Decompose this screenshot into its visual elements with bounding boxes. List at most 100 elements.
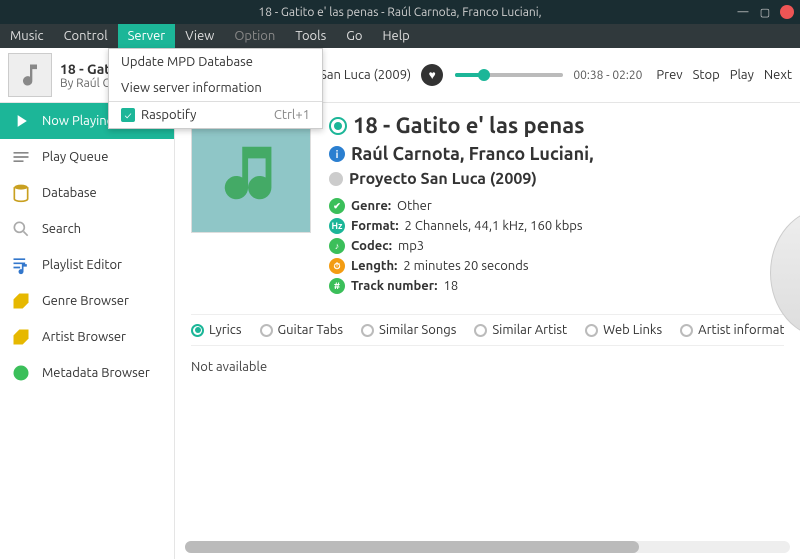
sidebar-item-label: Search: [42, 222, 81, 236]
disc-icon: [329, 172, 343, 186]
info-tabs: Lyrics Guitar Tabs Similar Songs Similar Ar…: [191, 314, 784, 346]
tab-web-links[interactable]: Web Links: [585, 323, 662, 337]
sidebar-item-genre-browser[interactable]: Genre Browser: [0, 283, 174, 319]
menu-help[interactable]: Help: [372, 24, 419, 48]
header-cover-thumb[interactable]: [8, 53, 52, 97]
menu-server[interactable]: Server: [118, 24, 176, 48]
sidebar-item-label: Playlist Editor: [42, 258, 122, 272]
playlist-icon: [10, 254, 32, 276]
maximize-icon[interactable]: ▢: [758, 5, 772, 19]
search-icon: [10, 218, 32, 240]
menu-item-update-mpd[interactable]: Update MPD Database: [109, 49, 322, 75]
menu-item-raspotify[interactable]: ✓ Raspotify Ctrl+1: [109, 101, 322, 128]
track-title-row: 18 - Gatito e' las penas: [329, 113, 594, 138]
clock-badge-icon: ⏱: [329, 258, 345, 274]
hash-badge-icon: #: [329, 278, 345, 294]
main-area: Now Playing Play Queue Database Search Playl…: [0, 103, 800, 559]
menu-item-view-server-info[interactable]: View server information: [109, 75, 322, 101]
tab-label: Lyrics: [209, 323, 242, 337]
next-button[interactable]: Next: [764, 68, 792, 82]
menubar: MusicControlServerViewOptionToolsGoHelp: [0, 24, 800, 48]
tab-label: Similar Songs: [379, 323, 456, 337]
progress-area: ♥: [411, 64, 573, 86]
minimize-icon[interactable]: —: [736, 5, 750, 19]
meta-format: HzFormat: 2 Channels, 44,1 kHz, 160 kbps: [329, 218, 594, 234]
album-art[interactable]: [191, 113, 311, 233]
info-icon[interactable]: i: [329, 146, 345, 162]
meta-trackno: #Track number: 18: [329, 278, 594, 294]
radio-icon: [680, 324, 693, 337]
database-icon: [10, 182, 32, 204]
play-button[interactable]: Play: [730, 68, 754, 82]
sidebar-item-playlist-editor[interactable]: Playlist Editor: [0, 247, 174, 283]
track-title: 18 - Gatito e' las penas: [353, 113, 585, 138]
menu-control[interactable]: Control: [54, 24, 118, 48]
sidebar-item-play-queue[interactable]: Play Queue: [0, 139, 174, 175]
tab-similar-songs[interactable]: Similar Songs: [361, 323, 456, 337]
header-album-suffix: San Luca (2009): [320, 68, 411, 82]
codec-badge-icon: ♪: [329, 238, 345, 254]
menu-go[interactable]: Go: [336, 24, 372, 48]
sidebar-item-label: Play Queue: [42, 150, 108, 164]
sidebar-item-label: Genre Browser: [42, 294, 129, 308]
content-pane: 18 - Gatito e' las penas i Raúl Carnota, …: [175, 103, 800, 559]
horizontal-scrollbar[interactable]: [185, 541, 790, 553]
menu-label: View server information: [121, 81, 262, 95]
track-album-row: Proyecto San Luca (2009): [329, 170, 594, 188]
checkbox-icon: ✓: [121, 108, 135, 122]
play-indicator-icon: [329, 117, 347, 135]
menu-view[interactable]: View: [175, 24, 224, 48]
radio-icon: [361, 324, 374, 337]
window-controls: — ▢: [736, 5, 794, 19]
tab-label: Web Links: [603, 323, 662, 337]
playing-icon: [10, 110, 32, 132]
radio-icon: [585, 324, 598, 337]
close-icon[interactable]: [780, 5, 794, 19]
genre-icon: [10, 290, 32, 312]
tab-artist-information[interactable]: Artist information: [680, 323, 784, 337]
menu-tools[interactable]: Tools: [285, 24, 336, 48]
menu-option[interactable]: Option: [224, 24, 285, 48]
radio-icon: [474, 324, 487, 337]
genre-badge-icon: ✔: [329, 198, 345, 214]
tab-label: Similar Artist: [492, 323, 567, 337]
music-note-icon: [216, 138, 286, 208]
sidebar-item-label: Now Playing: [42, 114, 114, 128]
progress-slider[interactable]: [455, 73, 563, 77]
sidebar-item-label: Artist Browser: [42, 330, 126, 344]
sidebar-item-metadata-browser[interactable]: Metadata Browser: [0, 355, 174, 391]
track-album: Proyecto San Luca (2009): [349, 170, 537, 188]
stop-button[interactable]: Stop: [693, 68, 720, 82]
tab-lyrics[interactable]: Lyrics: [191, 323, 242, 337]
tab-label: Artist information: [698, 323, 784, 337]
tab-guitar-tabs[interactable]: Guitar Tabs: [260, 323, 344, 337]
menu-label: Raspotify: [141, 108, 196, 122]
artist-icon: [10, 326, 32, 348]
sidebar-item-database[interactable]: Database: [0, 175, 174, 211]
time-label: 00:38 - 02:20: [573, 69, 642, 82]
music-note-icon: [16, 61, 44, 89]
sidebar-item-label: Metadata Browser: [42, 366, 150, 380]
sidebar-item-artist-browser[interactable]: Artist Browser: [0, 319, 174, 355]
meta-codec: ♪Codec: mp3: [329, 238, 594, 254]
radio-icon: [260, 324, 273, 337]
prev-button[interactable]: Prev: [656, 68, 682, 82]
track-info: 18 - Gatito e' las penas i Raúl Carnota, …: [329, 113, 594, 298]
track-details: 18 - Gatito e' las penas i Raúl Carnota, …: [191, 113, 784, 298]
transport-controls: Prev Stop Play Next: [656, 68, 792, 82]
favorite-icon[interactable]: ♥: [421, 64, 443, 86]
menu-music[interactable]: Music: [0, 24, 54, 48]
sidebar: Now Playing Play Queue Database Search Playl…: [0, 103, 175, 559]
server-menu-dropdown: Update MPD Database View server informat…: [108, 48, 323, 129]
tab-similar-artist[interactable]: Similar Artist: [474, 323, 567, 337]
window-title: 18 - Gatito e' las penas - Raúl Carnota,…: [258, 6, 541, 19]
tab-label: Guitar Tabs: [278, 323, 344, 337]
metadata-icon: [10, 362, 32, 384]
menu-label: Update MPD Database: [121, 55, 253, 69]
radio-icon: [191, 324, 204, 337]
lyrics-body: Not available: [191, 346, 784, 388]
sidebar-item-label: Database: [42, 186, 97, 200]
menu-shortcut: Ctrl+1: [274, 108, 310, 122]
sidebar-item-search[interactable]: Search: [0, 211, 174, 247]
track-artist: Raúl Carnota, Franco Luciani,: [351, 144, 594, 164]
